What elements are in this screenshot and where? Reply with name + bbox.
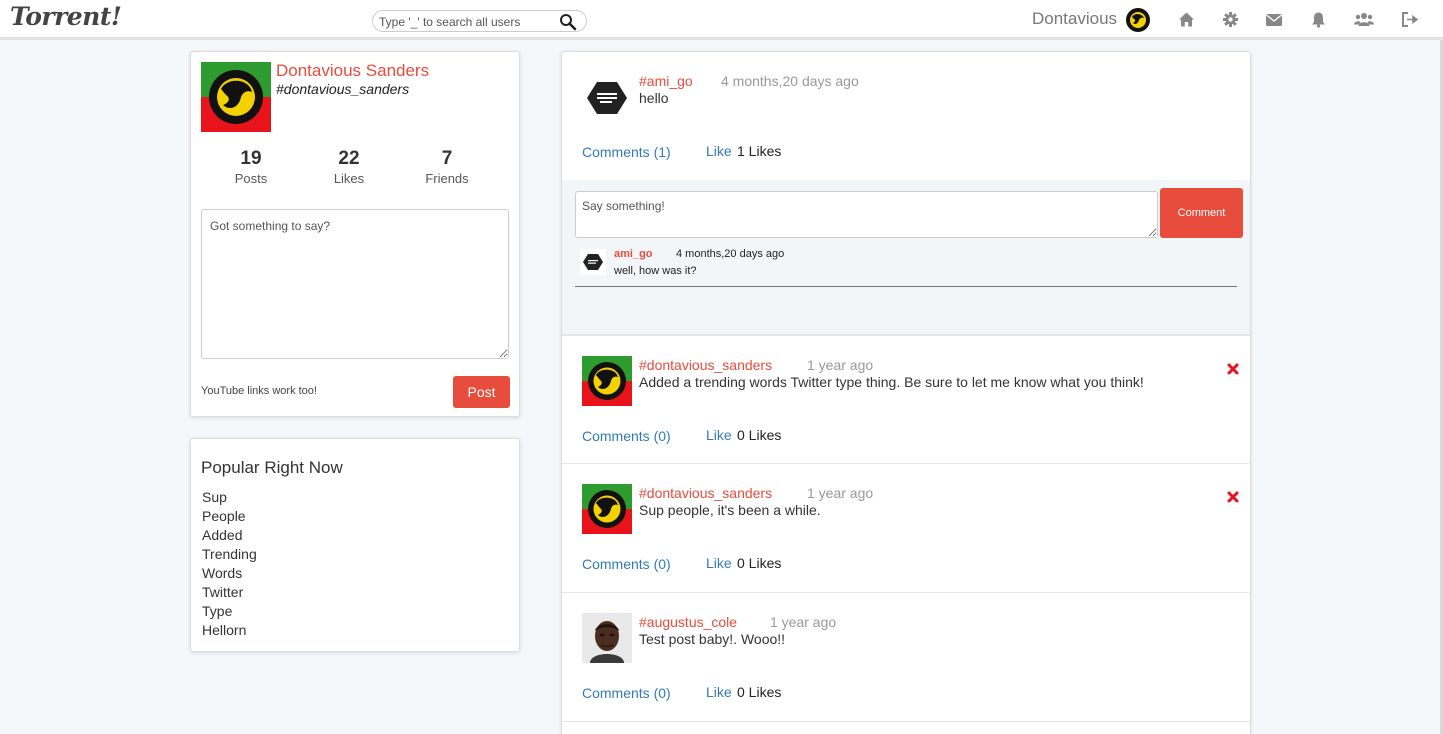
post-username[interactable]: #dontavious_sanders — [639, 485, 772, 502]
search-input[interactable] — [379, 13, 554, 30]
ami-go-avatar[interactable] — [582, 73, 632, 123]
popular-card: Popular Right Now Sup People Added Trend… — [190, 438, 520, 652]
panther-avatar[interactable] — [582, 484, 632, 534]
profile-card: Dontavious Sanders #dontavious_sanders 1… — [190, 51, 520, 417]
popular-word[interactable]: Hellorn — [202, 621, 257, 640]
comment-text: well, how was it? — [614, 265, 697, 277]
popular-words-list: Sup People Added Trending Words Twitter … — [202, 488, 257, 640]
post-timestamp: 1 year ago — [770, 614, 837, 630]
stat-value: 19 — [240, 148, 262, 169]
comments-link[interactable]: Comments (0) — [582, 428, 671, 445]
comment-username[interactable]: ami_go — [614, 247, 653, 261]
stat-label: Friends — [425, 171, 469, 186]
likes-count: 0 Likes — [737, 427, 782, 443]
logout-icon[interactable] — [1401, 11, 1418, 28]
user-search — [372, 10, 587, 32]
comment-divider — [575, 286, 1237, 287]
delete-post-icon[interactable] — [1227, 491, 1239, 503]
profile-avatar[interactable] — [201, 62, 271, 132]
nav-user-avatar[interactable] — [1126, 8, 1150, 32]
envelope-icon[interactable] — [1265, 11, 1283, 28]
stat-friends[interactable]: 7 Friends — [402, 148, 492, 188]
stat-value: 7 — [441, 148, 453, 169]
popular-word[interactable]: Twitter — [202, 583, 257, 602]
nav-username[interactable]: Dontavious — [1032, 8, 1117, 30]
stat-label: Likes — [333, 171, 365, 186]
comment-button[interactable]: Comment — [1160, 188, 1243, 238]
profile-name[interactable]: Dontavious Sanders — [276, 61, 429, 81]
comments-link[interactable]: Comments (0) — [582, 556, 671, 573]
stat-label: Posts — [234, 171, 268, 186]
top-navbar: feedTorrent! Dontavious — [0, 0, 1443, 734]
home-icon[interactable] — [1178, 11, 1195, 28]
profile-handle: #dontavious_sanders — [276, 81, 410, 97]
post-timestamp: 1 year ago — [807, 357, 874, 373]
post-text: Added a trending words Twitter type thin… — [639, 374, 1144, 390]
popular-word[interactable]: People — [202, 507, 257, 526]
bell-icon[interactable] — [1310, 11, 1327, 28]
comment-input[interactable] — [575, 191, 1158, 238]
like-button[interactable]: Like — [706, 555, 732, 572]
post-text: hello — [639, 90, 669, 106]
post-username[interactable]: #augustus_cole — [639, 614, 737, 631]
augustus-cole-avatar[interactable] — [582, 613, 632, 663]
users-icon[interactable] — [1354, 11, 1374, 28]
like-button[interactable]: Like — [706, 427, 732, 444]
feed-post: #ami_go 4 months,20 days ago hello Comme… — [562, 52, 1250, 335]
popular-title: Popular Right Now — [201, 458, 343, 477]
feed-post: #augustus_cole 1 year ago Test post baby… — [562, 593, 1250, 722]
like-button[interactable]: Like — [706, 143, 732, 160]
popular-word[interactable]: Type — [202, 602, 257, 621]
comment-timestamp: 4 months,20 days ago — [676, 248, 785, 260]
comment-avatar[interactable] — [580, 249, 606, 275]
comments-link[interactable]: Comments (0) — [582, 685, 671, 702]
brand-logo[interactable]: feedTorrent! — [10, 2, 1261, 734]
popular-word[interactable]: Added — [202, 526, 257, 545]
gear-icon[interactable] — [1222, 11, 1239, 28]
post-timestamp: 1 year ago — [807, 485, 874, 501]
post-text: Sup people, it's been a while. — [639, 502, 821, 518]
post-composer-input[interactable] — [201, 209, 509, 359]
delete-post-icon[interactable] — [1227, 363, 1239, 375]
popular-word[interactable]: Sup — [202, 488, 257, 507]
feed-post: #dontavious_sanders 1 year ago Added a t… — [562, 335, 1250, 464]
post-button[interactable]: Post — [453, 376, 510, 408]
post-username[interactable]: #ami_go — [639, 73, 693, 90]
search-icon[interactable] — [559, 13, 577, 31]
post-timestamp: 4 months,20 days ago — [721, 73, 859, 89]
post-text: Test post baby!. Wooo!! — [639, 631, 786, 647]
popular-word[interactable]: Words — [202, 564, 257, 583]
stat-likes[interactable]: 22 Likes — [304, 148, 394, 188]
likes-count: 0 Likes — [737, 684, 782, 700]
post-username[interactable]: #dontavious_sanders — [639, 357, 772, 374]
comment-section: Comment ami_go 4 months,20 days ago well… — [562, 180, 1250, 332]
stat-posts[interactable]: 19 Posts — [206, 148, 296, 188]
like-button[interactable]: Like — [706, 684, 732, 701]
likes-count: 1 Likes — [737, 143, 782, 159]
feed-post: #dontavious_sanders 1 year ago Sup peopl… — [562, 464, 1250, 593]
post-feed: #ami_go 4 months,20 days ago hello Comme… — [561, 51, 1251, 734]
likes-count: 0 Likes — [737, 555, 782, 571]
stat-value: 22 — [338, 148, 360, 169]
brand-torrent: Torrent! — [10, 2, 122, 31]
panther-avatar[interactable] — [582, 356, 632, 406]
popular-word[interactable]: Trending — [202, 545, 257, 564]
comments-link[interactable]: Comments (1) — [582, 144, 671, 161]
youtube-note: YouTube links work too! — [201, 385, 317, 397]
